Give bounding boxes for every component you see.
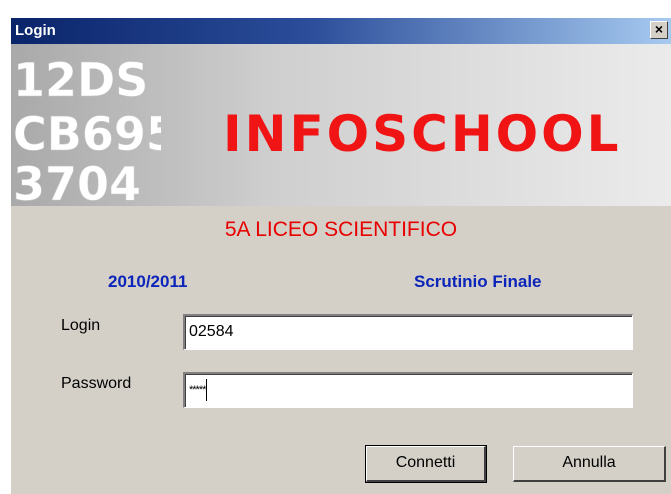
text-caret bbox=[206, 378, 208, 401]
login-label: Login bbox=[61, 317, 101, 334]
class-name: 5A LICEO SCIENTIFICO bbox=[224, 218, 458, 241]
connect-button-label: Connetti bbox=[395, 454, 456, 471]
login-value: 02584 bbox=[189, 323, 234, 340]
login-dialog: Login × 12DS CB695 3704 INFOSCHOOL 5A LI… bbox=[10, 17, 671, 494]
infoschool-banner: 12DS CB695 3704 INFOSCHOOL bbox=[11, 44, 671, 206]
numbers-logo: 12DS CB695 3704 bbox=[13, 53, 161, 204]
cancel-button[interactable]: Annulla bbox=[513, 446, 666, 482]
school-year: 2010/2011 bbox=[108, 272, 188, 291]
window-title: Login bbox=[15, 22, 56, 39]
logo-line-2: CB695 bbox=[13, 107, 161, 161]
password-label: Password bbox=[61, 375, 132, 392]
session-name: Scrutinio Finale bbox=[414, 272, 542, 291]
close-icon: × bbox=[654, 21, 664, 37]
password-mask: ***** bbox=[189, 384, 206, 396]
password-field[interactable]: ***** bbox=[183, 372, 633, 408]
connect-button[interactable]: Connetti bbox=[365, 445, 487, 483]
cancel-button-label: Annulla bbox=[562, 454, 616, 471]
login-field[interactable]: 02584 bbox=[183, 314, 633, 350]
close-button[interactable]: × bbox=[650, 21, 668, 39]
logo-line-3: 3704 bbox=[13, 157, 141, 204]
logo-line-1: 12DS bbox=[13, 53, 148, 107]
title-bar[interactable]: Login × bbox=[11, 18, 671, 44]
app-title: INFOSCHOOL bbox=[223, 105, 622, 163]
